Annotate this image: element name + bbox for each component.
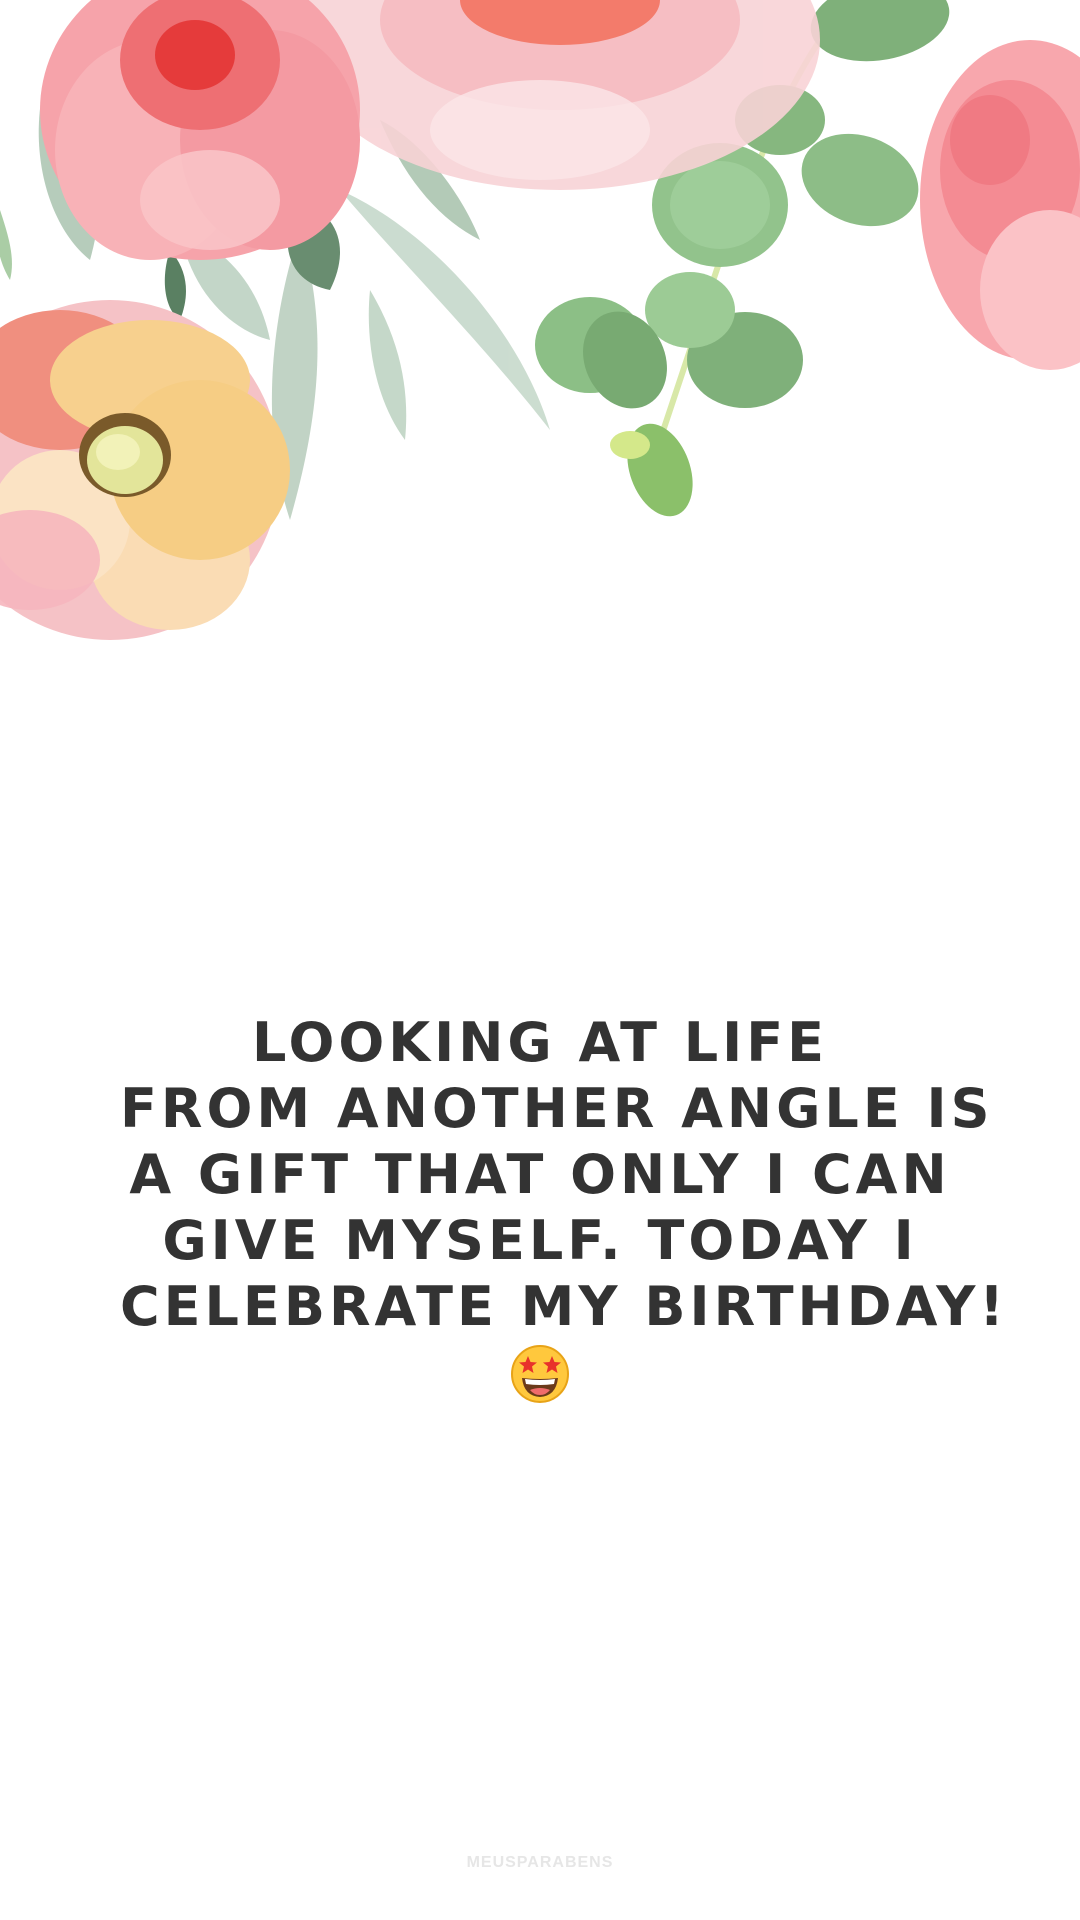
pink-flower-right — [920, 40, 1080, 370]
quote-line: A GIFT THAT ONLY I CAN — [129, 1143, 951, 1206]
quote-line: LOOKING AT LIFE — [251, 1011, 829, 1074]
peach-flower-left — [0, 300, 290, 640]
quote-line: FROM ANOTHER ANGLE IS — [120, 1077, 994, 1140]
pink-flower-top-left — [40, 0, 360, 260]
birthday-quote: LOOKING AT LIFE FROM ANOTHER ANGLE IS A … — [120, 1010, 1008, 1404]
quote-line: GIVE MYSELF. TODAY I — [162, 1209, 918, 1272]
birthday-card: LOOKING AT LIFE FROM ANOTHER ANGLE IS A … — [0, 0, 1080, 1920]
quote-line: CELEBRATE MY BIRTHDAY! — [120, 1275, 1008, 1338]
watermark-text: MEUSPARABENS — [466, 1854, 614, 1871]
star-struck-emoji — [511, 1345, 569, 1403]
floral-decoration — [0, 0, 1080, 640]
